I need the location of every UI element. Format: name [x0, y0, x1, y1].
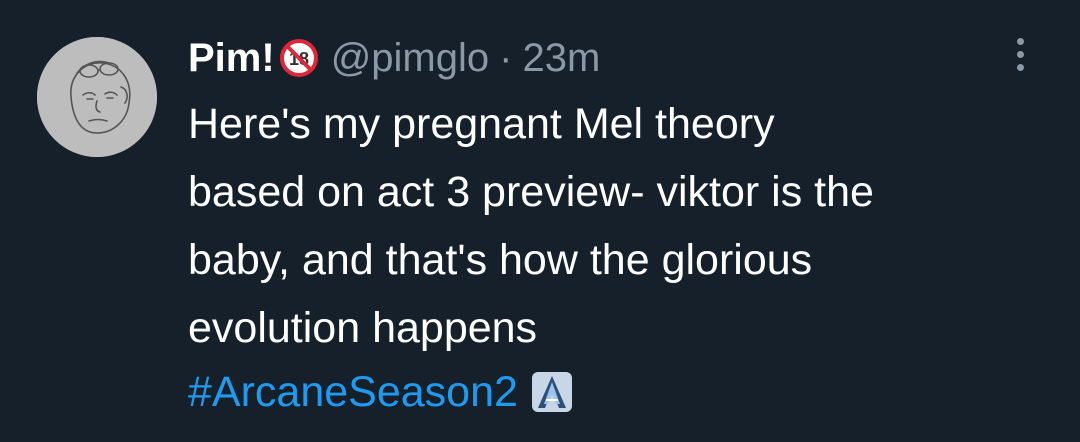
- more-vertical-icon[interactable]: [1000, 32, 1040, 76]
- tweet-text: Here's my pregnant Mel theory based on a…: [188, 90, 1058, 362]
- display-name[interactable]: Pim!: [188, 36, 275, 81]
- tweet-text-line: based on act 3 preview- viktor is the: [188, 168, 874, 216]
- tweet-text-line: evolution happens: [188, 304, 538, 352]
- avatar[interactable]: [37, 37, 157, 157]
- hashtag-link[interactable]: #ArcaneSeason2: [188, 368, 518, 417]
- tweet-header: Pim! 18 @pimglo · 23m: [188, 30, 600, 86]
- avatar-sketch-icon: [37, 37, 157, 157]
- tweet-text-line: Here's my pregnant Mel theory: [188, 100, 775, 148]
- timestamp[interactable]: 23m: [522, 36, 600, 81]
- separator-dot: ·: [499, 35, 513, 80]
- no-one-under-18-icon: 18: [279, 38, 319, 78]
- arcane-logo-icon: [530, 370, 574, 414]
- hashtag-row: #ArcaneSeason2: [188, 358, 574, 426]
- user-handle[interactable]: @pimglo: [331, 36, 489, 81]
- tweet-card[interactable]: Pim! 18 @pimglo · 23m Here's my pregnant…: [0, 0, 1080, 442]
- tweet-text-line: baby, and that's how the glorious: [188, 236, 813, 284]
